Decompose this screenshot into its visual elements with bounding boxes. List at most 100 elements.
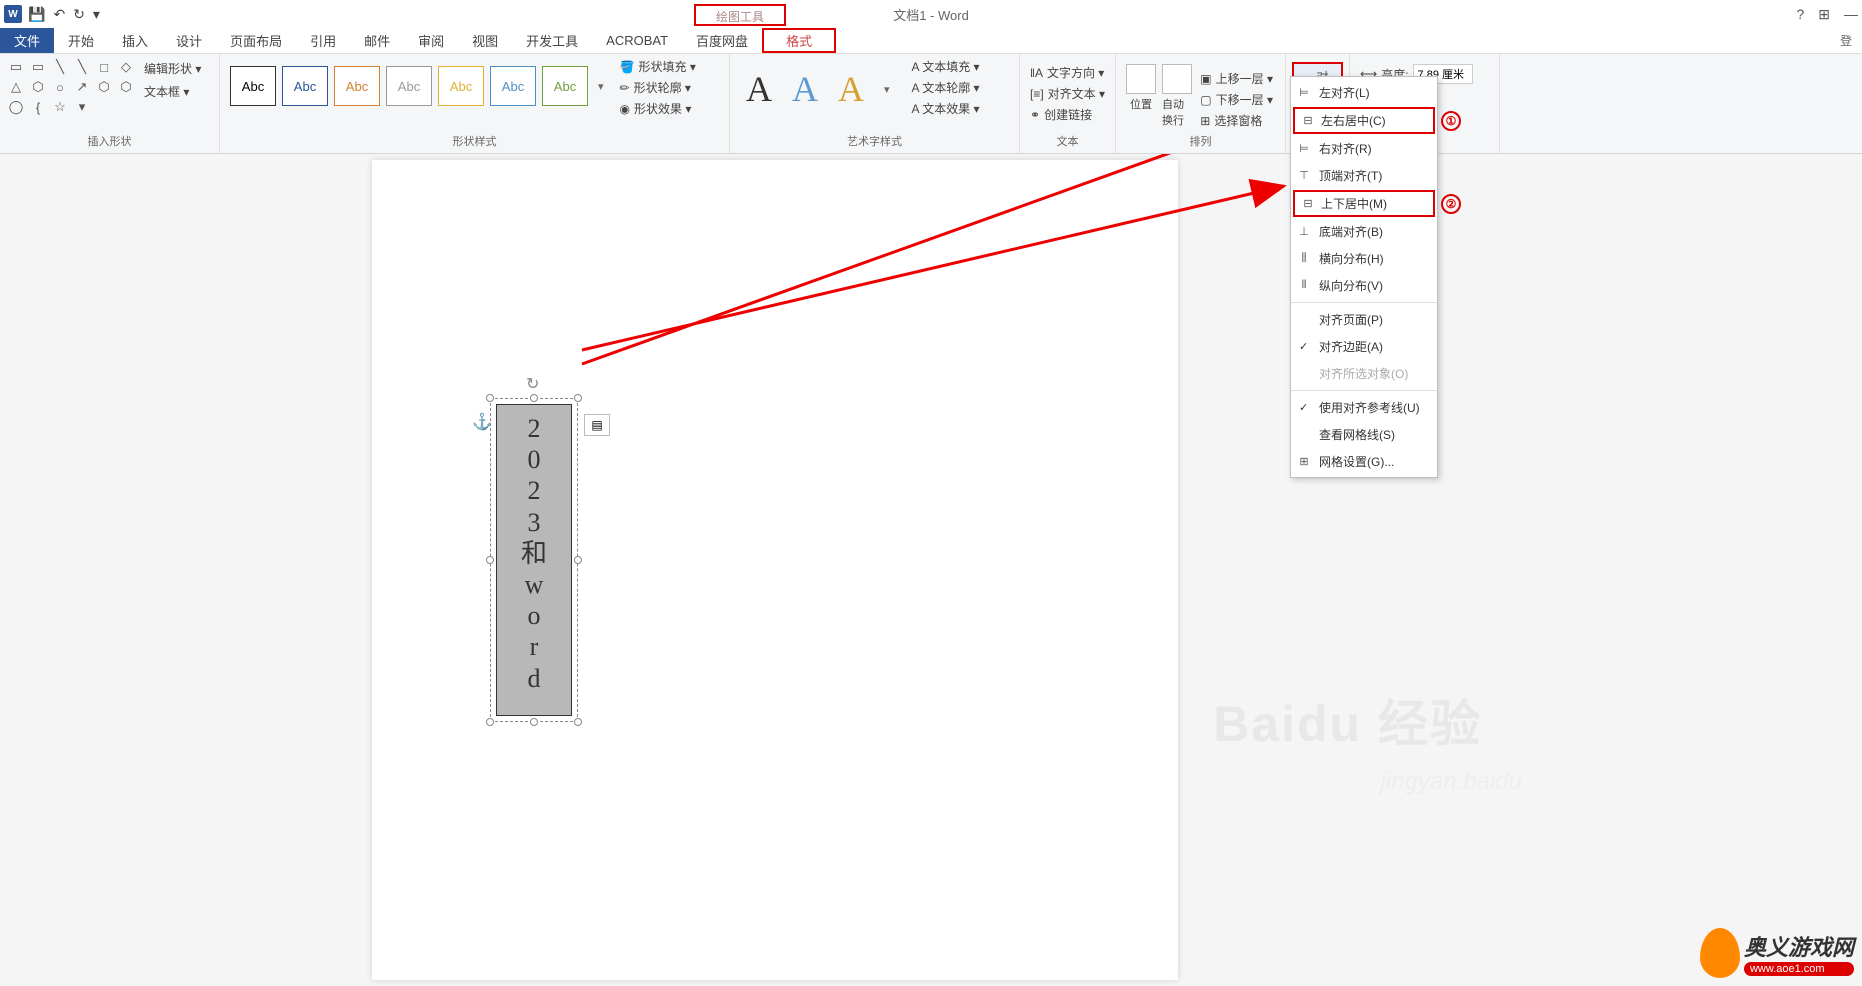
- align-left-item[interactable]: ⊨左对齐(L): [1291, 79, 1437, 106]
- minimize-icon[interactable]: —: [1844, 6, 1858, 23]
- align-bottom-item[interactable]: ⊥底端对齐(B): [1291, 218, 1437, 245]
- text-effects-button[interactable]: A 文本效果 ▾: [912, 100, 980, 117]
- rotation-handle[interactable]: ↻: [526, 374, 542, 390]
- align-right-item[interactable]: ⊨右对齐(R): [1291, 135, 1437, 162]
- send-backward-button[interactable]: ▢ 下移一层 ▾: [1200, 91, 1273, 108]
- wordart-2[interactable]: A: [792, 68, 818, 110]
- shape-effects-button[interactable]: ◉ 形状效果 ▾: [620, 100, 696, 117]
- shape-fill-button[interactable]: 🪣 形状填充 ▾: [620, 58, 696, 75]
- wordart-1[interactable]: A: [746, 68, 772, 110]
- tab-mail[interactable]: 邮件: [350, 28, 404, 53]
- shape-styles-gallery[interactable]: Abc Abc Abc Abc Abc Abc Abc ▾: [226, 58, 608, 114]
- group-label-wordart: 艺术字样式: [730, 133, 1019, 149]
- annotation-2: ②: [1441, 194, 1461, 214]
- position-button[interactable]: 位置: [1126, 64, 1156, 112]
- shape-outline-button[interactable]: ✏ 形状轮廓 ▾: [620, 79, 696, 96]
- textbox[interactable]: 2 0 2 3 和 w o r d: [496, 404, 572, 716]
- tab-review[interactable]: 审阅: [404, 28, 458, 53]
- dropdown-separator: [1291, 302, 1437, 303]
- align-center-v-item[interactable]: ⊟上下居中(M)②: [1293, 190, 1435, 217]
- tab-home[interactable]: 开始: [54, 28, 108, 53]
- wordart-gallery[interactable]: A A A ▾: [736, 58, 900, 120]
- tab-layout[interactable]: 页面布局: [216, 28, 296, 53]
- group-text: ‖A 文字方向 ▾ [≡] 对齐文本 ▾ ⚭ 创建链接 文本: [1020, 54, 1116, 153]
- align-top-item[interactable]: ⊤顶端对齐(T): [1291, 162, 1437, 189]
- group-label-shapes: 插入形状: [0, 133, 219, 149]
- textbox-char: r: [530, 631, 539, 662]
- view-gridlines-item[interactable]: 查看网格线(S): [1291, 421, 1437, 448]
- ribbon-display-icon[interactable]: ⊞: [1818, 6, 1830, 23]
- handle-mid-left[interactable]: [486, 556, 494, 564]
- quick-access-toolbar: 💾 ↶ ↻ ▾: [28, 6, 100, 23]
- tab-file[interactable]: 文件: [0, 28, 54, 53]
- create-link-button[interactable]: ⚭ 创建链接: [1030, 106, 1105, 123]
- align-center-h-item[interactable]: ⊟左右居中(C)①: [1293, 107, 1435, 134]
- undo-icon[interactable]: ↶: [53, 6, 65, 23]
- wrap-text-button[interactable]: 自动换行: [1162, 64, 1192, 128]
- distribute-h-item[interactable]: ⫼横向分布(H): [1291, 245, 1437, 272]
- align-margin-item[interactable]: ✓对齐边距(A): [1291, 333, 1437, 360]
- tab-references[interactable]: 引用: [296, 28, 350, 53]
- text-direction-button[interactable]: ‖A 文字方向 ▾: [1030, 64, 1105, 81]
- handle-top-left[interactable]: [486, 394, 494, 402]
- handle-mid-top[interactable]: [530, 394, 538, 402]
- align-text-button[interactable]: [≡] 对齐文本 ▾: [1030, 85, 1105, 102]
- style-preset-3[interactable]: Abc: [334, 66, 380, 106]
- textbox-char: w: [525, 569, 544, 600]
- grid-settings-item[interactable]: ⊞网格设置(G)...: [1291, 448, 1437, 475]
- handle-top-right[interactable]: [574, 394, 582, 402]
- textbox-char: d: [528, 663, 541, 694]
- textbox-char: 和: [521, 538, 547, 569]
- layout-options-button[interactable]: ▤: [584, 414, 610, 436]
- shapes-gallery[interactable]: ▭▭╲╲□◇ △⬡○↗⬡⬡ ◯{☆▾: [6, 58, 136, 116]
- align-page-item[interactable]: 对齐页面(P): [1291, 306, 1437, 333]
- redo-icon[interactable]: ↻: [73, 6, 85, 23]
- login-link[interactable]: 登: [1840, 32, 1862, 49]
- tab-insert[interactable]: 插入: [108, 28, 162, 53]
- tab-design[interactable]: 设计: [162, 28, 216, 53]
- help-icon[interactable]: ?: [1796, 6, 1804, 23]
- style-preset-2[interactable]: Abc: [282, 66, 328, 106]
- flame-icon: [1700, 928, 1740, 978]
- group-shape-styles: Abc Abc Abc Abc Abc Abc Abc ▾ 🪣 形状填充 ▾ ✏…: [220, 54, 730, 153]
- text-outline-button[interactable]: A 文本轮廓 ▾: [912, 79, 980, 96]
- tab-baidu[interactable]: 百度网盘: [682, 28, 762, 53]
- wordart-3[interactable]: A: [838, 68, 864, 110]
- style-preset-7[interactable]: Abc: [542, 66, 588, 106]
- handle-bottom-left[interactable]: [486, 718, 494, 726]
- style-preset-4[interactable]: Abc: [386, 66, 432, 106]
- title-bar: W 💾 ↶ ↻ ▾ 文档1 - Word 绘图工具 ? ⊞ —: [0, 0, 1862, 28]
- position-icon: [1126, 64, 1156, 94]
- save-icon[interactable]: 💾: [28, 6, 45, 23]
- tab-format[interactable]: 格式: [762, 28, 836, 53]
- logo-url: www.aoe1.com: [1744, 962, 1854, 976]
- ribbon-tabs: 文件 开始 插入 设计 页面布局 引用 邮件 审阅 视图 开发工具 ACROBA…: [0, 28, 1862, 54]
- document-canvas[interactable]: ⚓ ↻ 2 0 2 3 和 w o r d ▤: [0, 154, 1862, 986]
- textbox-selection[interactable]: ⚓ ↻ 2 0 2 3 和 w o r d ▤: [496, 404, 572, 716]
- handle-bottom-right[interactable]: [574, 718, 582, 726]
- text-fill-button[interactable]: A 文本填充 ▾: [912, 58, 980, 75]
- distribute-v-item[interactable]: ⫴纵向分布(V): [1291, 272, 1437, 299]
- qat-dropdown-icon[interactable]: ▾: [93, 6, 100, 23]
- group-label-text: 文本: [1020, 133, 1115, 149]
- edit-shape-button[interactable]: 编辑形状 ▾: [140, 58, 205, 79]
- tab-acrobat[interactable]: ACROBAT: [592, 28, 682, 53]
- annotation-1: ①: [1441, 111, 1461, 131]
- style-preset-5[interactable]: Abc: [438, 66, 484, 106]
- align-selected-item: 对齐所选对象(O): [1291, 360, 1437, 387]
- handle-mid-right[interactable]: [574, 556, 582, 564]
- handle-mid-bottom[interactable]: [530, 718, 538, 726]
- textbox-char: o: [528, 600, 541, 631]
- group-arrange: 位置 自动换行 ▣ 上移一层 ▾ ▢ 下移一层 ▾ ⊞ 选择窗格 排列: [1116, 54, 1286, 153]
- tab-view[interactable]: 视图: [458, 28, 512, 53]
- style-preset-6[interactable]: Abc: [490, 66, 536, 106]
- bring-forward-button[interactable]: ▣ 上移一层 ▾: [1200, 70, 1273, 87]
- style-preset-1[interactable]: Abc: [230, 66, 276, 106]
- word-app-icon: W: [4, 5, 22, 23]
- group-wordart-styles: A A A ▾ A 文本填充 ▾ A 文本轮廓 ▾ A 文本效果 ▾ 艺术字样式: [730, 54, 1020, 153]
- use-guides-item[interactable]: ✓使用对齐参考线(U): [1291, 394, 1437, 421]
- selection-pane-button[interactable]: ⊞ 选择窗格: [1200, 112, 1273, 129]
- tab-developer[interactable]: 开发工具: [512, 28, 592, 53]
- ribbon: ▭▭╲╲□◇ △⬡○↗⬡⬡ ◯{☆▾ 编辑形状 ▾ 文本框 ▾ 插入形状 Abc…: [0, 54, 1862, 154]
- text-box-button[interactable]: 文本框 ▾: [140, 81, 205, 102]
